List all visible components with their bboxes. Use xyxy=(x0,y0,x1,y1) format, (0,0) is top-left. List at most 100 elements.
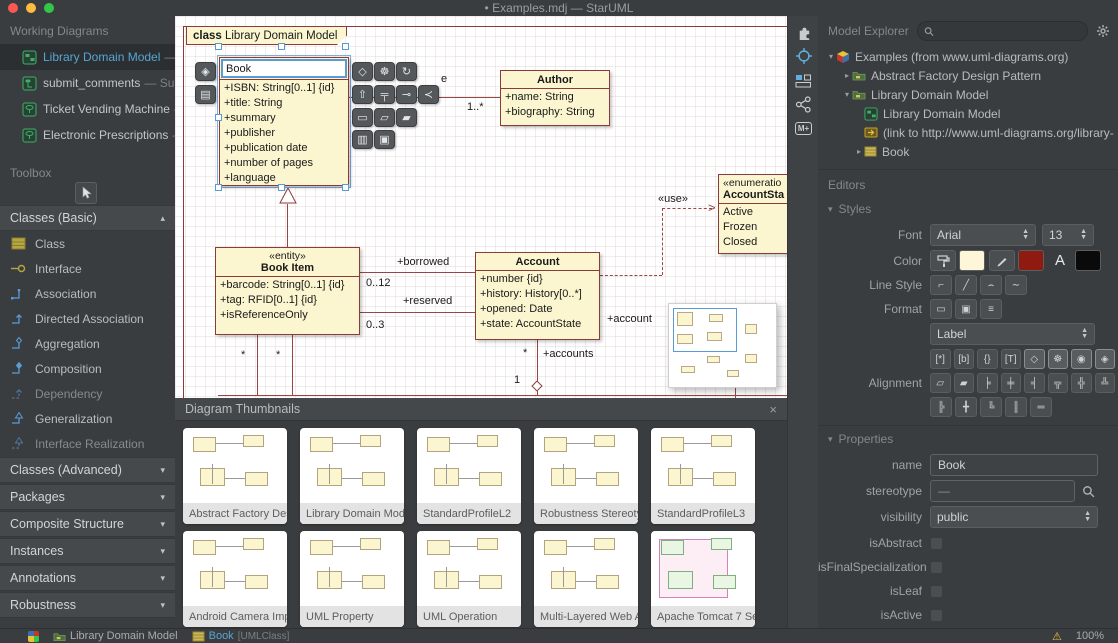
font-color-swatch[interactable] xyxy=(1075,250,1101,271)
align-top-button[interactable]: ╦ xyxy=(1047,373,1068,393)
model-explorer-search[interactable] xyxy=(916,21,1088,41)
space-equally-horizontal-button[interactable]: ╠ xyxy=(930,397,952,417)
line-color-swatch[interactable] xyxy=(1018,250,1044,271)
tree-item-library-domain-model-pkg[interactable]: ▾ Library Domain Model xyxy=(818,85,1118,104)
set-width-equal-button[interactable]: ╚ xyxy=(980,397,1002,417)
thumbnail-abstract-factory[interactable]: Abstract Factory Design xyxy=(183,428,287,524)
tool-composition[interactable]: Composition xyxy=(0,356,175,381)
isactive-checkbox[interactable] xyxy=(930,608,943,622)
markdown-panel-button[interactable]: M+ xyxy=(788,116,819,140)
set-size-equal-button[interactable]: ═ xyxy=(1030,397,1052,417)
align-left-button[interactable]: ╞ xyxy=(977,373,998,393)
quick-add-note-button[interactable]: ◈ xyxy=(195,62,216,81)
visibility-select[interactable]: public ▲ ▼ xyxy=(930,506,1098,528)
quick-add-diagram-button[interactable]: ▤ xyxy=(195,85,216,104)
tree-item-examples[interactable]: ▾ Examples (from www.uml-diagrams.org) xyxy=(818,47,1118,66)
diagram-canvas[interactable]: class Library Domain Model > «use» +borr… xyxy=(175,16,787,398)
enumeration-accountstate[interactable]: «enumeratio AccountSta Active Frozen Clo… xyxy=(718,174,787,254)
quick-pin-button[interactable]: ╤ xyxy=(374,85,395,104)
set-height-equal-button[interactable]: ║ xyxy=(1005,397,1027,417)
format-wordwrap-button[interactable]: ≡ xyxy=(980,299,1002,319)
thumbnail-multilayered-web[interactable]: Multi-Layered Web Arc xyxy=(534,531,638,627)
class-author[interactable]: Author +name: String +biography: String xyxy=(500,70,610,126)
align-bottom-button[interactable]: ╩ xyxy=(1094,373,1115,393)
send-to-back-button[interactable]: ▰ xyxy=(953,373,974,393)
resize-handle[interactable] xyxy=(278,43,285,50)
tree-item-book[interactable]: ▸ Book xyxy=(818,142,1118,161)
quick-abstract-button[interactable]: ⇧ xyxy=(352,85,373,104)
explorer-settings-gear-icon[interactable] xyxy=(1096,24,1110,38)
font-size-spinner[interactable]: 13 ▲ ▼ xyxy=(1042,224,1094,246)
tree-item-link[interactable]: (link to http://www.uml-diagrams.org/lib… xyxy=(818,123,1118,142)
align-middle-button[interactable]: ╬ xyxy=(1071,373,1092,393)
statusbar-element-breadcrumb[interactable]: Book [UMLClass] xyxy=(192,630,289,642)
font-color-button[interactable]: A xyxy=(1048,250,1072,271)
tree-expand-icon[interactable]: ▾ xyxy=(826,52,836,61)
properties-section-header[interactable]: ▾ Properties xyxy=(818,425,1118,450)
line-style-rectilinear-button[interactable]: ⌐ xyxy=(930,275,952,295)
thumbnail-standardprofilel2[interactable]: StandardProfileL2 xyxy=(417,428,521,524)
tree-item-library-domain-model-diagram[interactable]: Library Domain Model xyxy=(818,104,1118,123)
quick-receptions-button[interactable]: ≺ xyxy=(418,85,439,104)
working-diagram-ticket-vending-machine[interactable]: Ticket Vending Machine — T xyxy=(0,96,175,122)
line-pen-button[interactable] xyxy=(989,250,1015,271)
thumbnail-robustness-stereotype[interactable]: Robustness Stereotype xyxy=(534,428,638,524)
line-style-curve-button[interactable]: ∼ xyxy=(1005,275,1027,295)
toolbox-section-composite-structure[interactable]: Composite Structure ▾ xyxy=(0,511,175,537)
toolbox-section-instances[interactable]: Instances ▾ xyxy=(0,538,175,564)
toggle-type-button[interactable]: [T] xyxy=(1000,349,1021,369)
name-property-input[interactable] xyxy=(938,458,1090,472)
space-equally-vertical-button[interactable]: ╋ xyxy=(955,397,977,417)
association-reserved[interactable] xyxy=(360,312,475,313)
toolbox-section-packages[interactable]: Packages ▾ xyxy=(0,484,175,510)
aggregation-account-line[interactable] xyxy=(537,340,538,383)
tree-expand-icon[interactable]: ▸ xyxy=(842,71,852,80)
quick-add-template-button[interactable]: ▰ xyxy=(396,108,417,127)
align-right-button[interactable]: ╡ xyxy=(1024,373,1045,393)
styles-section-header[interactable]: ▾ Styles xyxy=(818,196,1118,220)
name-property-field[interactable] xyxy=(930,454,1098,476)
association-borrowed[interactable] xyxy=(360,272,475,273)
line-style-oblique-button[interactable]: ╱ xyxy=(955,275,977,295)
resize-handle[interactable] xyxy=(215,43,222,50)
quick-add-port-button[interactable]: ▣ xyxy=(374,130,395,149)
tool-class[interactable]: Class xyxy=(0,231,175,256)
resize-handle[interactable] xyxy=(215,114,222,121)
toggle-suppress-receptions-button[interactable]: ◉ xyxy=(1071,349,1092,369)
toolbox-section-classes-advanced[interactable]: Classes (Advanced) ▾ xyxy=(0,457,175,483)
toggle-namespace-button[interactable]: [b] xyxy=(953,349,974,369)
toggle-visibility-button[interactable]: [*] xyxy=(930,349,951,369)
resize-handle[interactable] xyxy=(342,184,349,191)
resize-handle[interactable] xyxy=(278,184,285,191)
layout-panels-button[interactable] xyxy=(788,68,819,92)
association-bookitem-down-1[interactable] xyxy=(257,335,258,395)
thumbnail-uml-operation[interactable]: UML Operation xyxy=(417,531,521,627)
tool-interface[interactable]: Interface xyxy=(0,256,175,281)
tool-generalization[interactable]: Generalization xyxy=(0,406,175,431)
close-panel-icon[interactable]: × xyxy=(769,402,777,417)
diagram-preview-overlay[interactable] xyxy=(668,303,777,388)
tool-aggregation[interactable]: Aggregation xyxy=(0,331,175,356)
extensions-button[interactable] xyxy=(788,20,819,44)
stereotype-search-icon[interactable] xyxy=(1082,485,1095,498)
generalization-line[interactable] xyxy=(287,204,288,247)
format-shadow-button[interactable]: ▣ xyxy=(955,299,977,319)
line-style-roundrect-button[interactable]: ⌢ xyxy=(980,275,1002,295)
thumbnail-uml-property[interactable]: UML Property xyxy=(300,531,404,627)
working-diagram-electronic-prescriptions[interactable]: Electronic Prescriptions — E xyxy=(0,122,175,148)
font-family-select[interactable]: Arial ▲ ▼ xyxy=(930,224,1036,246)
isleaf-checkbox[interactable] xyxy=(930,584,943,598)
working-diagram-library-domain-model[interactable]: Library Domain Model — Lib xyxy=(0,44,175,70)
tool-dependency[interactable]: Dependency xyxy=(0,381,175,406)
tree-item-abstract-factory[interactable]: ▸ Abstract Factory Design Pattern xyxy=(818,66,1118,85)
association-bottom-bus[interactable] xyxy=(218,395,787,396)
toolbox-section-robustness[interactable]: Robustness ▾ xyxy=(0,592,175,618)
tool-directed-association[interactable]: Directed Association xyxy=(0,306,175,331)
association-bookitem-down-2[interactable] xyxy=(292,335,293,395)
search-input[interactable] xyxy=(937,25,1081,37)
format-autoresize-button[interactable]: ▭ xyxy=(930,299,952,319)
fill-roller-button[interactable] xyxy=(930,250,956,271)
quick-refresh-button[interactable]: ↻ xyxy=(396,62,417,81)
toolbox-section-classes-basic[interactable]: Classes (Basic) ▴ xyxy=(0,205,175,231)
stereotype-display-select[interactable]: Label ▲ ▼ xyxy=(930,323,1095,345)
